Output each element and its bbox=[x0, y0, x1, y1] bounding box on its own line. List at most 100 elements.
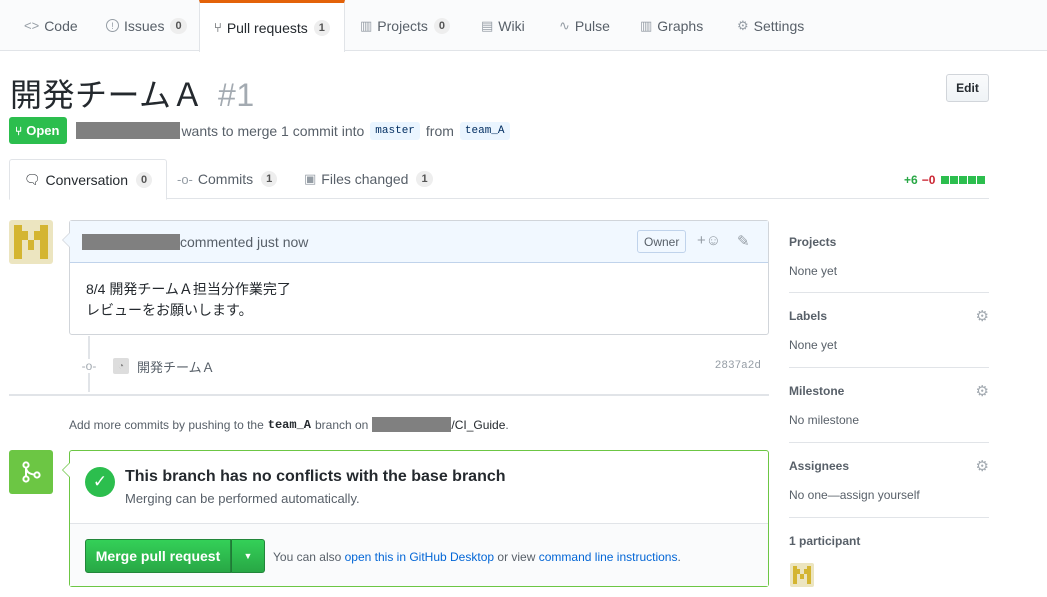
pulse-icon: ∿ bbox=[559, 17, 570, 33]
merge-status-title: This branch has no conflicts with the ba… bbox=[125, 468, 506, 485]
diffstat-block bbox=[959, 176, 968, 184]
merge-pull-request-button[interactable]: Merge pull request bbox=[85, 539, 231, 573]
merge-footer: Merge pull request ▼ You can also open t… bbox=[70, 523, 768, 586]
tab-conversation[interactable]: 🗨 Conversation 0 bbox=[9, 159, 168, 200]
caret-down-icon: ▼ bbox=[243, 551, 253, 561]
pr-state-line: ⑂ Open wants to merge 1 commit into mast… bbox=[9, 117, 516, 144]
counter-badge: 1 bbox=[261, 171, 278, 187]
commit-icon: -o- bbox=[81, 359, 97, 373]
sidebar-participants: 1 participant bbox=[789, 531, 989, 551]
sidebar-value: None yet bbox=[789, 338, 838, 352]
sidebar-heading: Projects bbox=[789, 235, 837, 249]
counter-badge: 1 bbox=[313, 19, 330, 36]
sidebar-heading-label: Milestone bbox=[789, 384, 845, 398]
sidebar-labels: Labels ⚙ None yet bbox=[789, 306, 989, 368]
merge-options-dropdown[interactable]: ▼ bbox=[231, 539, 265, 573]
tab-label: Wiki bbox=[498, 17, 525, 34]
alt-prefix: You can also bbox=[273, 550, 342, 564]
edit-button[interactable]: Edit bbox=[946, 74, 989, 102]
pr-tabs: 🗨 Conversation 0 -o- Commits 1 ▣ Files c… bbox=[9, 159, 989, 200]
issue-icon: ! bbox=[106, 19, 119, 32]
gear-icon[interactable]: ⚙ bbox=[976, 457, 989, 475]
hint-repo[interactable]: /CI_Guide bbox=[451, 418, 505, 432]
timeline-separator bbox=[9, 394, 769, 396]
project-icon: ▥ bbox=[360, 17, 373, 33]
tab-pull-requests[interactable]: ⑂ Pull requests 1 bbox=[199, 0, 345, 52]
commit-icon: -o- bbox=[177, 171, 193, 187]
add-reaction-icon[interactable]: +☺ bbox=[697, 232, 721, 249]
head-branch[interactable]: team_A bbox=[459, 121, 510, 140]
tab-label: Pull requests bbox=[226, 19, 308, 36]
merge-status-subtitle: Merging can be performed automatically. bbox=[125, 491, 360, 506]
sidebar-heading[interactable]: Assignees ⚙ bbox=[789, 456, 989, 476]
avatar[interactable] bbox=[9, 220, 53, 264]
tab-settings[interactable]: ⚙ Settings bbox=[737, 0, 804, 51]
tab-label: Conversation bbox=[45, 171, 129, 188]
tab-commits[interactable]: -o- Commits 1 bbox=[177, 159, 278, 199]
command-line-link[interactable]: command line instructions bbox=[539, 550, 678, 564]
merge-text-from: from bbox=[425, 122, 454, 139]
open-in-desktop-link[interactable]: open this in GitHub Desktop bbox=[345, 550, 494, 564]
tab-label: Settings bbox=[753, 17, 805, 34]
sidebar-heading[interactable]: Labels ⚙ bbox=[789, 306, 989, 326]
sidebar-projects: Projects None yet bbox=[789, 232, 989, 293]
base-branch[interactable]: master bbox=[370, 121, 420, 140]
check-icon: ✓ bbox=[85, 467, 115, 497]
sidebar-heading: 1 participant bbox=[789, 534, 861, 548]
tab-pulse[interactable]: ∿ Pulse bbox=[559, 0, 610, 51]
tab-wiki[interactable]: ▤ Wiki bbox=[481, 0, 525, 51]
commit-author-avatar[interactable]: ◔ bbox=[113, 358, 129, 374]
counter-badge: 1 bbox=[416, 171, 433, 187]
counter-badge: 0 bbox=[433, 17, 450, 34]
tab-label: Graphs bbox=[657, 17, 704, 34]
tab-graphs[interactable]: ▥ Graphs bbox=[640, 0, 703, 51]
diffstat[interactable]: +6 −0 bbox=[904, 173, 986, 187]
sidebar-value: No milestone bbox=[789, 413, 860, 427]
redacted-username[interactable] bbox=[82, 233, 180, 250]
pr-title-text: 開発チームＡ bbox=[10, 77, 205, 113]
deletions: −0 bbox=[921, 173, 936, 187]
status-badge: ⑂ Open bbox=[9, 117, 68, 144]
push-hint: Add more commits by pushing to the team_… bbox=[69, 417, 509, 432]
comment-header: commented just now Owner +☺ ✎ bbox=[70, 221, 768, 263]
hint-branch: team_A bbox=[267, 417, 311, 432]
code-icon: <> bbox=[24, 18, 40, 33]
alt-middle: or view bbox=[497, 550, 536, 564]
pull-request-icon: ⑂ bbox=[214, 20, 222, 35]
tab-label: Code bbox=[44, 17, 78, 34]
assign-yourself-link[interactable]: No one—assign yourself bbox=[789, 488, 989, 502]
diffstat-block bbox=[977, 176, 986, 184]
redacted-username[interactable] bbox=[76, 122, 181, 139]
tab-code[interactable]: <> Code bbox=[24, 0, 78, 51]
pencil-icon[interactable]: ✎ bbox=[737, 232, 750, 250]
sidebar-value: None yet bbox=[789, 264, 838, 278]
sidebar-heading-label: Assignees bbox=[789, 459, 850, 473]
sidebar-heading[interactable]: Milestone ⚙ bbox=[789, 381, 989, 401]
tab-label: Projects bbox=[377, 17, 428, 34]
commit-message[interactable]: 開発チームＡ bbox=[137, 357, 215, 376]
file-diff-icon: ▣ bbox=[304, 171, 317, 186]
sidebar-assignees: Assignees ⚙ No one—assign yourself bbox=[789, 456, 989, 518]
tab-projects[interactable]: ▥ Projects 0 bbox=[360, 0, 450, 51]
tab-files-changed[interactable]: ▣ Files changed 1 bbox=[304, 159, 433, 199]
diffstat-block bbox=[968, 176, 977, 184]
pr-number: #1 bbox=[218, 77, 255, 113]
participant-avatar[interactable] bbox=[790, 563, 814, 587]
gear-icon[interactable]: ⚙ bbox=[976, 382, 989, 400]
tab-issues[interactable]: ! Issues 0 bbox=[106, 0, 187, 51]
gear-icon[interactable]: ⚙ bbox=[976, 307, 989, 325]
diffstat-blocks bbox=[940, 176, 986, 184]
pr-title: 開発チームＡ #1 bbox=[10, 70, 255, 116]
comment-line: レビューをお願いします。 bbox=[86, 302, 253, 318]
merge-icon bbox=[9, 450, 53, 494]
comment: commented just now Owner +☺ ✎ 8/4 開発チームＡ… bbox=[62, 220, 769, 335]
tab-label: Files changed bbox=[321, 171, 409, 187]
comment-line: 8/4 開発チームＡ担当分作業完了 bbox=[86, 281, 291, 297]
commit-sha[interactable]: 2837a2d bbox=[715, 360, 761, 372]
commit-row: -o- ◔ 開発チームＡ 2837a2d bbox=[81, 356, 771, 376]
alt-suffix: . bbox=[677, 550, 681, 564]
counter-badge: 0 bbox=[170, 17, 187, 34]
tab-label: Issues bbox=[124, 17, 165, 34]
additions: +6 bbox=[904, 173, 918, 187]
redacted-owner[interactable] bbox=[372, 417, 452, 432]
